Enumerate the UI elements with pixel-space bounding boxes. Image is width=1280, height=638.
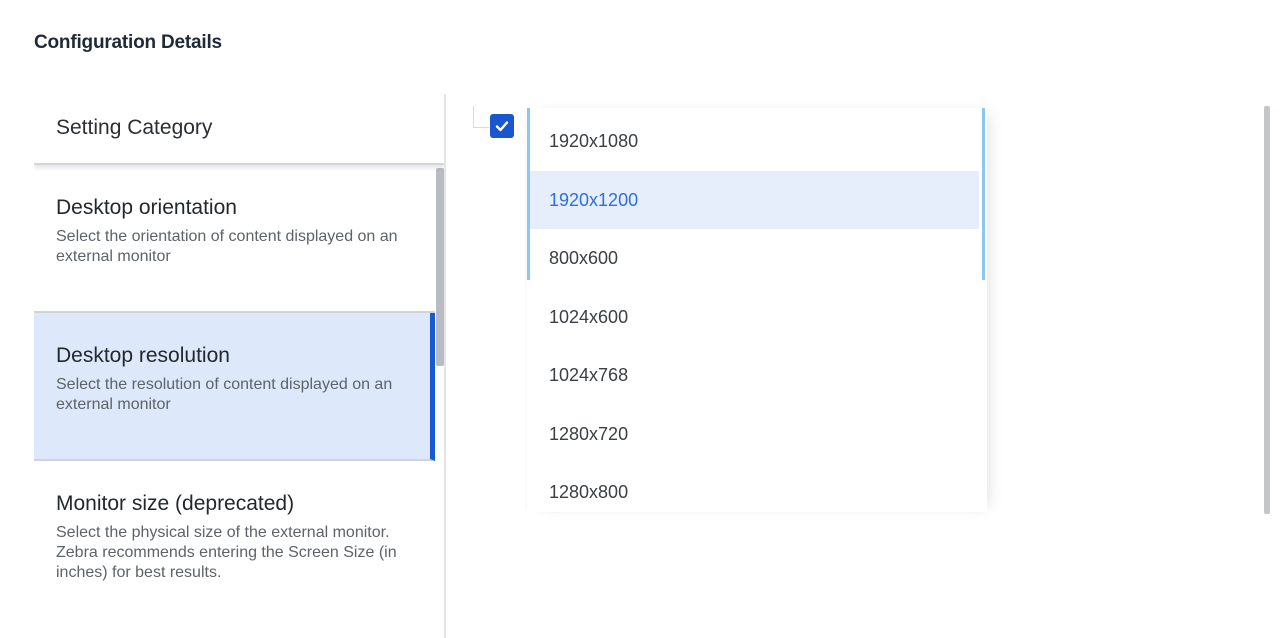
tree-connector (473, 106, 489, 128)
category-description: Select the physical size of the external… (56, 524, 397, 581)
setting-category-header: Setting Category (34, 94, 444, 165)
category-item-desktop-resolution[interactable]: Desktop resolution Select the resolution… (34, 313, 435, 461)
category-item-desktop-orientation[interactable]: Desktop orientation Select the orientati… (34, 165, 435, 313)
category-description: Select the orientation of content displa… (56, 228, 398, 265)
resolution-option[interactable]: 1280x720 (527, 405, 979, 464)
panel-divider (444, 94, 446, 638)
setting-category-panel: Setting Category Desktop orientation Sel… (34, 94, 446, 638)
resolution-option[interactable]: 1024x600 (527, 288, 979, 347)
resolution-option[interactable]: 1920x1080 (527, 112, 979, 171)
category-title: Monitor size (deprecated) (56, 492, 295, 515)
category-title: Desktop orientation (56, 196, 237, 219)
resolution-option[interactable]: 1920x1200 (527, 170, 979, 229)
resolution-option[interactable]: 1280x800 (527, 463, 979, 522)
resolution-dropdown-list[interactable]: 1920x1080 1920x1200 800x600 1024x600 1024x76… (527, 108, 987, 512)
category-scrollbar[interactable] (436, 168, 444, 366)
page-title: Configuration Details (34, 32, 222, 53)
category-list: Desktop orientation Select the orientati… (34, 165, 444, 638)
checkmark-icon (495, 121, 509, 132)
resolution-option[interactable]: 1024x768 (527, 346, 979, 405)
content-scrollbar[interactable] (1264, 106, 1270, 514)
dropdown-focus-border-right (982, 108, 985, 280)
resolution-option[interactable]: 800x600 (527, 229, 979, 288)
resolution-options: 1920x1080 1920x1200 800x600 1024x600 1024x76… (527, 112, 979, 522)
dropdown-focus-border-left (527, 108, 530, 280)
category-title: Desktop resolution (56, 344, 230, 367)
category-description: Select the resolution of content display… (56, 376, 393, 413)
resolution-checkbox[interactable] (490, 114, 514, 138)
category-item-monitor-size[interactable]: Monitor size (deprecated) Select the phy… (34, 461, 435, 638)
